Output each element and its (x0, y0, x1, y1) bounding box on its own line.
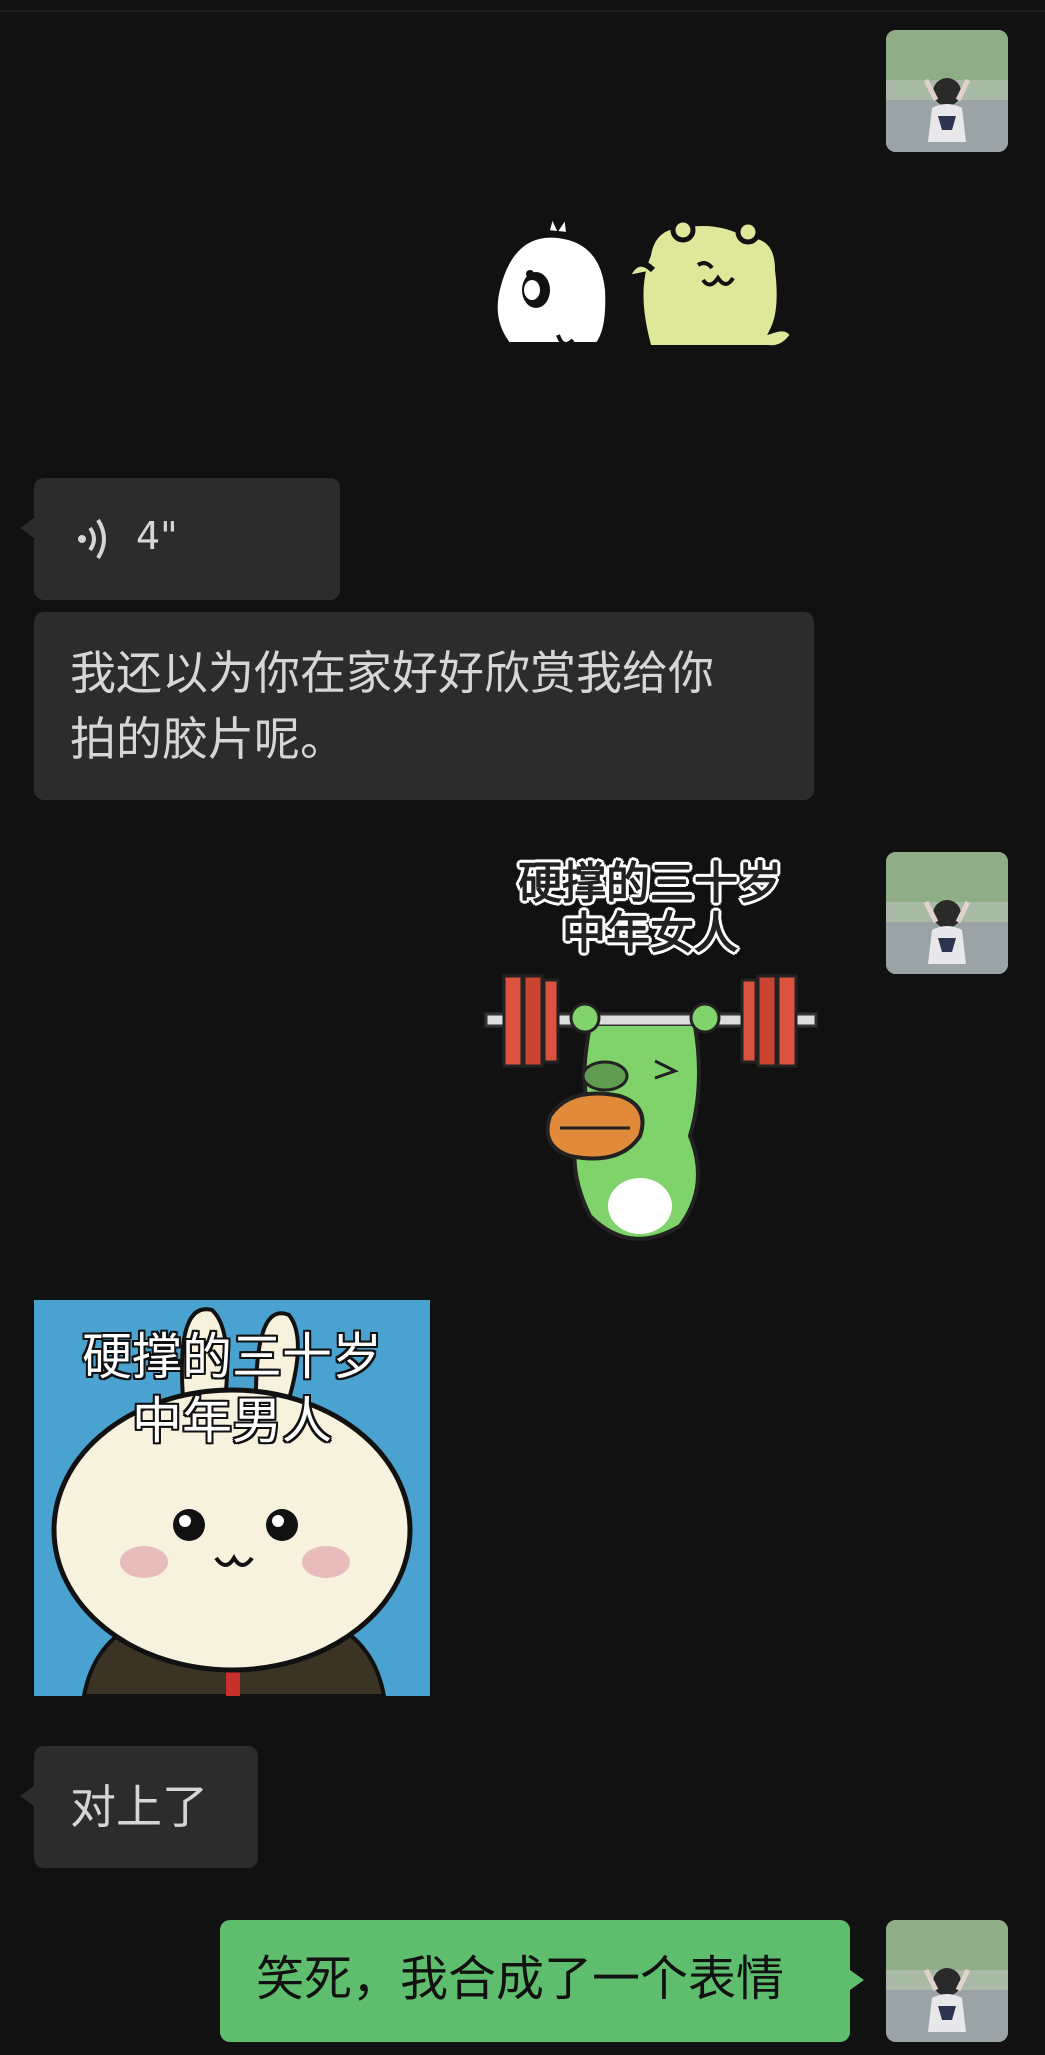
message-text-line-2: 拍的胶片呢。 (70, 712, 346, 766)
frog-barbell-icon (484, 974, 818, 1241)
message-text: 笑死，我合成了一个表情 (256, 1951, 785, 2007)
my-avatar[interactable] (886, 1920, 1008, 2042)
sticker-caption-line-1: 硬撑的三十岁 (82, 1328, 382, 1386)
avatar-photo-icon (886, 1920, 1008, 2042)
my-avatar[interactable] (886, 852, 1008, 974)
received-text-bubble[interactable]: 我还以为你在家好好欣赏我给你 拍的胶片呢。 (34, 612, 814, 800)
sticker-caption-line-1: 硬撑的三十岁 (518, 858, 782, 909)
sticker-caption-line-2: 中年女人 (562, 908, 738, 959)
message-text: 对上了 (70, 1780, 208, 1834)
bird-and-bear-sticker-icon (491, 209, 797, 352)
voice-message-bubble[interactable]: 4" (34, 478, 340, 600)
voice-duration: 4" (136, 514, 178, 558)
avatar-photo-icon (886, 852, 1008, 974)
voice-wave-icon (74, 514, 110, 568)
received-text-bubble[interactable]: 对上了 (34, 1746, 258, 1868)
bunny-sticker[interactable]: 硬撑的三十岁 中年男人 (34, 1300, 430, 1696)
my-avatar[interactable] (886, 30, 1008, 152)
avatar-photo-icon (886, 30, 1008, 152)
top-divider (0, 10, 1045, 12)
message-text-line-1: 我还以为你在家好好欣赏我给你 (70, 646, 714, 700)
cute-characters-sticker[interactable] (478, 209, 838, 352)
sent-text-bubble[interactable]: 笑死，我合成了一个表情 (220, 1920, 850, 2042)
sticker-caption-line-2: 中年男人 (132, 1392, 332, 1450)
frog-weightlifting-sticker[interactable]: 硬撑的三十岁 中年女人 (480, 858, 820, 1250)
